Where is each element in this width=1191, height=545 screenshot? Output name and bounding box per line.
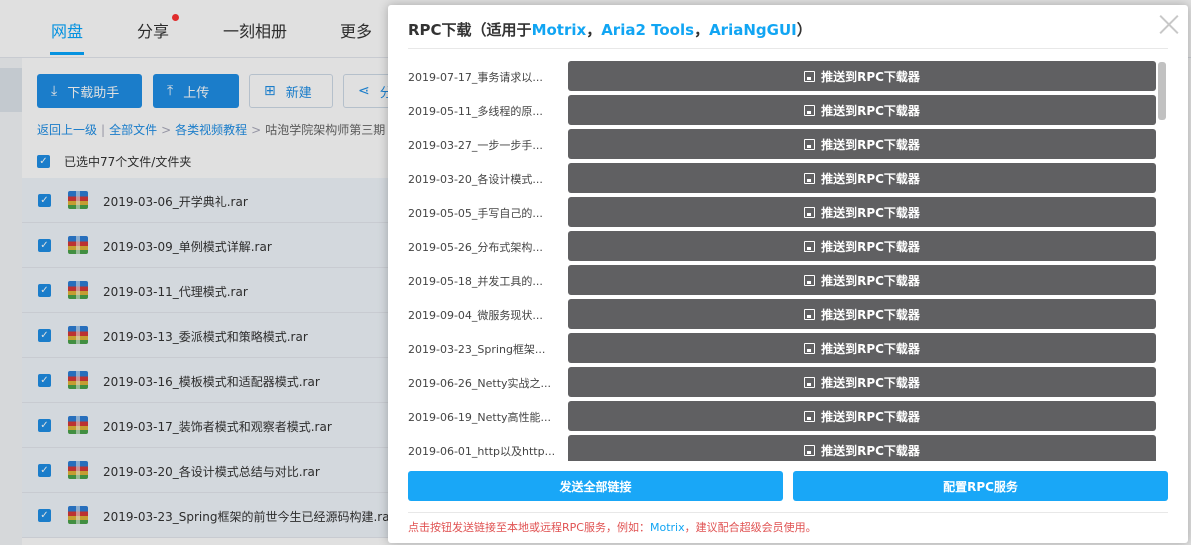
push-to-rpc-button[interactable]: 推送到RPC下载器	[568, 367, 1156, 397]
push-label: 推送到RPC下载器	[821, 239, 920, 254]
rpc-file-name: 2019-05-18_并发工具的...	[408, 275, 543, 288]
note-suffix: ，建议配合超级会员使用。	[684, 521, 817, 534]
rpc-file-name: 2019-06-19_Netty高性能...	[408, 411, 552, 424]
note-prefix: 点击按钮发送链接至本地或远程RPC服务，例如：	[408, 521, 650, 534]
push-to-rpc-button[interactable]: 推送到RPC下载器	[568, 231, 1156, 261]
rpc-file-list[interactable]: 2019-07-17_事务请求以... 推送到RPC下载器 2019-05-11…	[408, 57, 1156, 461]
save-icon	[804, 410, 816, 422]
rpc-row: 2019-07-17_事务请求以... 推送到RPC下载器	[408, 61, 1156, 91]
save-icon	[804, 342, 816, 354]
dialog-title-suffix: ）	[796, 21, 812, 39]
push-label: 推送到RPC下载器	[821, 171, 920, 186]
rpc-row: 2019-05-05_手写自己的... 推送到RPC下载器	[408, 197, 1156, 227]
dialog-title-app-ariang-gui: AriaNgGUI	[709, 21, 797, 39]
rpc-row: 2019-06-19_Netty高性能... 推送到RPC下载器	[408, 401, 1156, 431]
dialog-title-comma: ，	[586, 21, 602, 39]
note-app-link[interactable]: Motrix	[650, 521, 685, 534]
save-icon	[804, 376, 816, 388]
rpc-file-name: 2019-05-05_手写自己的...	[408, 207, 543, 220]
rpc-row: 2019-06-01_http以及http... 推送到RPC下载器	[408, 435, 1156, 461]
save-icon	[804, 308, 816, 320]
push-label: 推送到RPC下载器	[821, 409, 920, 424]
push-to-rpc-button[interactable]: 推送到RPC下载器	[568, 265, 1156, 295]
rpc-file-name: 2019-03-27_一步一步手...	[408, 139, 543, 152]
save-icon	[804, 206, 816, 218]
push-label: 推送到RPC下载器	[821, 341, 920, 356]
dialog-title-app-motrix: Motrix	[531, 21, 587, 39]
dialog-title-prefix: RPC下载（适用于	[408, 21, 532, 39]
push-to-rpc-button[interactable]: 推送到RPC下载器	[568, 401, 1156, 431]
push-label: 推送到RPC下载器	[821, 443, 920, 458]
dialog-note: 点击按钮发送链接至本地或远程RPC服务，例如：Motrix，建议配合超级会员使用…	[408, 519, 817, 535]
save-icon	[804, 138, 816, 150]
push-to-rpc-button[interactable]: 推送到RPC下载器	[568, 435, 1156, 461]
rpc-file-name: 2019-03-20_各设计模式...	[408, 173, 543, 186]
dialog-scrollbar[interactable]	[1158, 62, 1166, 120]
push-label: 推送到RPC下载器	[821, 103, 920, 118]
save-icon	[804, 70, 816, 82]
rpc-file-name: 2019-05-11_多线程的原...	[408, 105, 543, 118]
rpc-row: 2019-05-26_分布式架构... 推送到RPC下载器	[408, 231, 1156, 261]
dialog-title-comma: ，	[694, 21, 710, 39]
send-all-links-button[interactable]: 发送全部链接	[408, 471, 783, 501]
rpc-row: 2019-03-20_各设计模式... 推送到RPC下载器	[408, 163, 1156, 193]
rpc-row: 2019-09-04_微服务现状... 推送到RPC下载器	[408, 299, 1156, 329]
push-to-rpc-button[interactable]: 推送到RPC下载器	[568, 95, 1156, 125]
rpc-row: 2019-05-18_并发工具的... 推送到RPC下载器	[408, 265, 1156, 295]
push-to-rpc-button[interactable]: 推送到RPC下载器	[568, 129, 1156, 159]
push-label: 推送到RPC下载器	[821, 205, 920, 220]
save-icon	[804, 240, 816, 252]
rpc-file-name: 2019-09-04_微服务现状...	[408, 309, 543, 322]
rpc-file-name: 2019-06-01_http以及http...	[408, 445, 556, 458]
push-label: 推送到RPC下载器	[821, 273, 920, 288]
push-label: 推送到RPC下载器	[821, 307, 920, 322]
dialog-footer-divider	[408, 512, 1168, 513]
save-icon	[804, 104, 816, 116]
close-icon[interactable]	[1156, 11, 1182, 37]
push-to-rpc-button[interactable]: 推送到RPC下载器	[568, 163, 1156, 193]
rpc-download-dialog: RPC下载（适用于Motrix，Aria2 Tools，AriaNgGUI） 2…	[388, 5, 1188, 543]
dialog-title: RPC下载（适用于Motrix，Aria2 Tools，AriaNgGUI）	[408, 19, 812, 40]
save-icon	[804, 444, 816, 456]
save-icon	[804, 172, 816, 184]
rpc-file-name: 2019-05-26_分布式架构...	[408, 241, 543, 254]
dialog-title-app-aria2-tools: Aria2 Tools	[601, 21, 695, 39]
rpc-file-name: 2019-03-23_Spring框架...	[408, 343, 546, 356]
push-label: 推送到RPC下载器	[821, 137, 920, 152]
dialog-divider	[408, 48, 1168, 49]
rpc-row: 2019-05-11_多线程的原... 推送到RPC下载器	[408, 95, 1156, 125]
rpc-file-name: 2019-06-26_Netty实战之...	[408, 377, 552, 390]
push-to-rpc-button[interactable]: 推送到RPC下载器	[568, 61, 1156, 91]
push-to-rpc-button[interactable]: 推送到RPC下载器	[568, 197, 1156, 227]
rpc-row: 2019-06-26_Netty实战之... 推送到RPC下载器	[408, 367, 1156, 397]
rpc-file-name: 2019-07-17_事务请求以...	[408, 71, 543, 84]
rpc-row: 2019-03-27_一步一步手... 推送到RPC下载器	[408, 129, 1156, 159]
push-to-rpc-button[interactable]: 推送到RPC下载器	[568, 333, 1156, 363]
push-label: 推送到RPC下载器	[821, 375, 920, 390]
push-label: 推送到RPC下载器	[821, 69, 920, 84]
save-icon	[804, 274, 816, 286]
configure-rpc-button[interactable]: 配置RPC服务	[793, 471, 1168, 501]
push-to-rpc-button[interactable]: 推送到RPC下载器	[568, 299, 1156, 329]
rpc-row: 2019-03-23_Spring框架... 推送到RPC下载器	[408, 333, 1156, 363]
